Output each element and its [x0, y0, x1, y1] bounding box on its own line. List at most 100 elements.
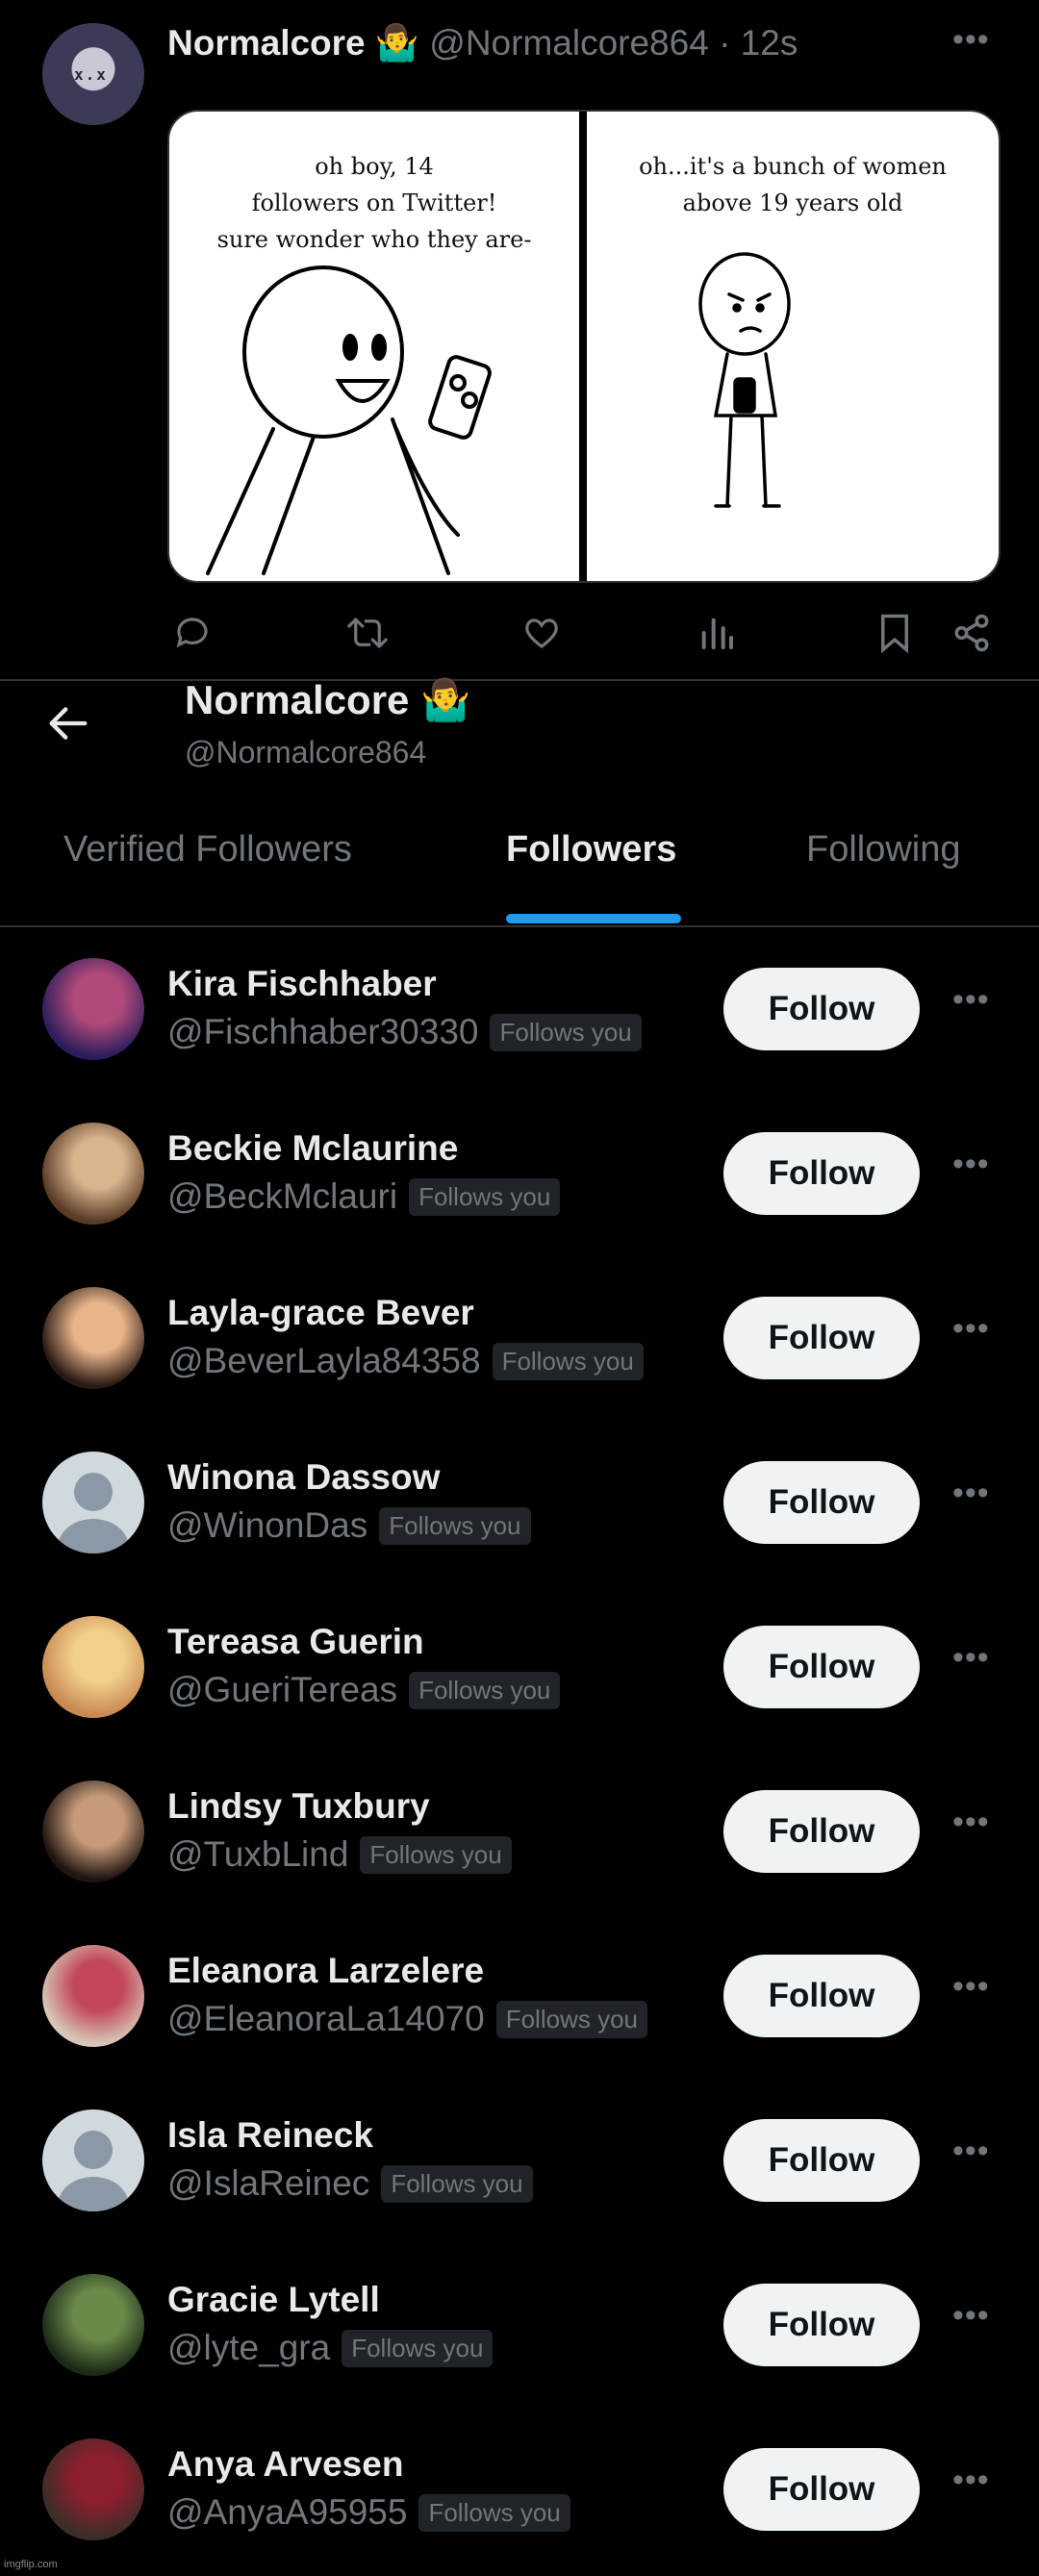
follower-avatar[interactable] — [42, 1780, 144, 1882]
row-more-options-icon[interactable]: ••• — [952, 1639, 990, 1677]
follower-row[interactable]: Eleanora Larzelere @EleanoraLa14070 Follow… — [0, 1918, 1039, 2083]
follower-name[interactable]: Lindsy Tuxbury — [167, 1786, 430, 1827]
follower-name[interactable]: Tereasa Guerin — [167, 1622, 424, 1662]
follower-row[interactable]: Kira Fischhaber @Fischhaber30330 Follows y… — [0, 931, 1039, 1096]
tweet-comic-image[interactable]: oh boy, 14 followers on Twitter! sure wond… — [167, 110, 1001, 583]
follower-handle[interactable]: @AnyaA95955 — [167, 2492, 407, 2533]
phone-drawing — [428, 355, 492, 440]
follows-you-badge: Follows you — [409, 1671, 561, 1709]
active-tab-indicator — [506, 914, 681, 923]
follower-row[interactable]: Winona Dassow @WinonDas Follows you Follow •… — [0, 1425, 1039, 1589]
follower-row[interactable]: Anya Arvesen @AnyaA95955 Follows you Follow… — [0, 2412, 1039, 2576]
follower-row[interactable]: Beckie Mclaurine @BeckMclauri Follows you F… — [0, 1096, 1039, 1260]
row-more-options-icon[interactable]: ••• — [952, 1804, 990, 1841]
follower-handle[interactable]: @WinonDas — [167, 1505, 367, 1546]
follower-name[interactable]: Beckie Mclaurine — [167, 1128, 458, 1169]
tweet-timestamp[interactable]: 12s — [741, 23, 798, 63]
follower-handle[interactable]: @lyte_gra — [167, 2328, 330, 2368]
follower-handle-line: @BeverLayla84358 Follows you — [167, 1341, 644, 1381]
follower-handle-line: @BeckMclauri Follows you — [167, 1176, 561, 1217]
follower-row[interactable]: Isla Reineck @IslaReinec Follows you Follow… — [0, 2083, 1039, 2247]
profile-name: Normalcore 🤷‍♂️ — [185, 677, 471, 722]
follower-handle-line: @lyte_gra Follows you — [167, 2328, 494, 2368]
follower-name[interactable]: Winona Dassow — [167, 1457, 440, 1498]
tweet-author-name[interactable]: Normalcore 🤷‍♂️ — [167, 23, 419, 63]
follower-handle[interactable]: @Fischhaber30330 — [167, 1012, 478, 1052]
default-avatar-icon[interactable] — [42, 1452, 144, 1553]
stick-figure-happy — [206, 265, 460, 575]
retweet-icon[interactable] — [339, 604, 396, 662]
follower-handle-line: @IslaReinec Follows you — [167, 2163, 533, 2204]
row-more-options-icon[interactable]: ••• — [952, 2133, 990, 2170]
like-icon[interactable] — [513, 604, 570, 662]
follow-button[interactable]: Follow — [723, 2284, 920, 2366]
follows-you-badge: Follows you — [360, 1835, 512, 1874]
tab-following[interactable]: Following — [806, 829, 961, 871]
follows-you-badge: Follows you — [418, 2493, 570, 2532]
views-icon[interactable] — [688, 604, 746, 662]
tab-followers[interactable]: Followers — [506, 829, 676, 871]
follower-handle-line: @WinonDas Follows you — [167, 1505, 531, 1546]
follower-avatar[interactable] — [42, 2274, 144, 2376]
follower-name[interactable]: Kira Fischhaber — [167, 964, 437, 1004]
follower-avatar[interactable] — [42, 958, 144, 1060]
follower-row[interactable]: Gracie Lytell @lyte_gra Follows you Follow •… — [0, 2247, 1039, 2412]
bookmark-icon[interactable] — [866, 604, 924, 662]
tweet-author-handle[interactable]: @Normalcore864 — [429, 23, 709, 63]
follow-button[interactable]: Follow — [723, 1297, 920, 1379]
follower-avatar[interactable] — [42, 2438, 144, 2540]
follower-handle-line: @Fischhaber30330 Follows you — [167, 1012, 642, 1052]
avatar-face-icon: x.x — [74, 65, 108, 84]
follower-name[interactable]: Anya Arvesen — [167, 2444, 403, 2485]
tweet-author-avatar[interactable]: x.x — [42, 23, 144, 125]
follow-button[interactable]: Follow — [723, 1955, 920, 2037]
tweet-separator: · — [719, 23, 731, 63]
follower-name[interactable]: Isla Reineck — [167, 2115, 373, 2156]
follower-name[interactable]: Layla-grace Bever — [167, 1293, 474, 1333]
default-avatar-icon[interactable] — [42, 2109, 144, 2211]
back-arrow-icon[interactable] — [38, 695, 96, 752]
follower-avatar[interactable] — [42, 1287, 144, 1389]
row-more-options-icon[interactable]: ••• — [952, 1475, 990, 1512]
follower-row[interactable]: Layla-grace Bever @BeverLayla84358 Follows… — [0, 1260, 1039, 1425]
follower-handle[interactable]: @BeverLayla84358 — [167, 1341, 481, 1381]
follows-you-badge: Follows you — [495, 2000, 647, 2038]
share-icon[interactable] — [943, 604, 1001, 662]
row-more-options-icon[interactable]: ••• — [952, 1968, 990, 2006]
follower-name[interactable]: Gracie Lytell — [167, 2280, 380, 2320]
follow-button[interactable]: Follow — [723, 1132, 920, 1215]
follower-avatar[interactable] — [42, 1616, 144, 1718]
follow-button[interactable]: Follow — [723, 1790, 920, 1873]
follower-handle[interactable]: @IslaReinec — [167, 2163, 369, 2204]
follower-handle[interactable]: @GueriTereas — [167, 1670, 397, 1710]
follower-handle-line: @EleanoraLa14070 Follows you — [167, 1999, 647, 2039]
follows-you-badge: Follows you — [379, 1506, 531, 1545]
follow-button[interactable]: Follow — [723, 1461, 920, 1544]
row-more-options-icon[interactable]: ••• — [952, 2462, 990, 2499]
stick-figure-sad — [698, 252, 791, 508]
follower-handle[interactable]: @EleanoraLa14070 — [167, 1999, 485, 2039]
follower-row[interactable]: Tereasa Guerin @GueriTereas Follows you Fol… — [0, 1589, 1039, 1754]
follow-button[interactable]: Follow — [723, 968, 920, 1050]
row-more-options-icon[interactable]: ••• — [952, 1146, 990, 1183]
follower-avatar[interactable] — [42, 1945, 144, 2047]
follow-button[interactable]: Follow — [723, 1626, 920, 1708]
follow-button[interactable]: Follow — [723, 2448, 920, 2531]
follower-handle-line: @AnyaA95955 Follows you — [167, 2492, 570, 2533]
row-more-options-icon[interactable]: ••• — [952, 981, 990, 1019]
comic-panel-divider — [579, 112, 587, 581]
follower-row[interactable]: Lindsy Tuxbury @TuxbLind Follows you Follow… — [0, 1754, 1039, 1918]
row-more-options-icon[interactable]: ••• — [952, 1310, 990, 1348]
follower-avatar[interactable] — [42, 1123, 144, 1225]
reply-icon[interactable] — [164, 604, 221, 662]
section-divider — [0, 679, 1039, 681]
follower-handle[interactable]: @TuxbLind — [167, 1834, 348, 1875]
follower-handle[interactable]: @BeckMclauri — [167, 1176, 397, 1217]
follow-button[interactable]: Follow — [723, 2119, 920, 2202]
tab-verified-followers[interactable]: Verified Followers — [63, 829, 352, 871]
follower-handle-line: @GueriTereas Follows you — [167, 1670, 561, 1710]
tweet-more-options-icon[interactable]: ••• — [952, 21, 990, 59]
follows-you-badge: Follows you — [381, 2164, 533, 2203]
follower-name[interactable]: Eleanora Larzelere — [167, 1951, 484, 1991]
row-more-options-icon[interactable]: ••• — [952, 2297, 990, 2335]
